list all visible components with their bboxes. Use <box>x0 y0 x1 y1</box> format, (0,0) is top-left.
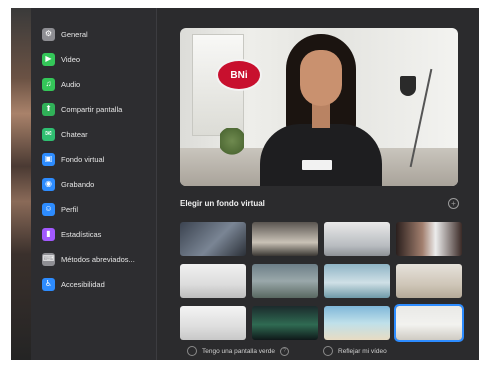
sidebar-item-video[interactable]: ▶ Video <box>31 48 156 70</box>
accessibility-icon: ♿ <box>42 277 55 291</box>
profile-icon: ☺ <box>42 202 55 216</box>
keyboard-icon: ⌨ <box>42 252 55 266</box>
background-thumbnail[interactable] <box>324 222 390 256</box>
bni-logo: BNi <box>216 59 262 91</box>
background-plant <box>220 128 244 160</box>
settings-sidebar: ⚙ General ▶ Video ♫ Audio ⬆ Compartir pa… <box>31 8 157 360</box>
sidebar-item-label: Métodos abreviados... <box>61 254 135 264</box>
video-preview: BNi <box>180 28 458 186</box>
person-face <box>300 50 342 106</box>
background-thumbnail-selected[interactable] <box>394 304 464 342</box>
sidebar-item-label: Compartir pantalla <box>61 104 123 114</box>
background-thumbnail[interactable] <box>396 222 462 256</box>
background-thumbnail[interactable] <box>252 222 318 256</box>
virtual-background-title: Elegir un fondo virtual <box>180 199 265 208</box>
background-lamp <box>400 76 416 96</box>
sidebar-item-label: Grabando <box>61 179 95 189</box>
gear-icon: ⚙ <box>42 27 55 41</box>
sidebar-item-label: Fondo virtual <box>61 154 105 164</box>
green-screen-option[interactable]: Tengo una pantalla verde ? <box>187 346 290 356</box>
background-photo <box>11 8 31 360</box>
chat-icon: ✉ <box>42 127 55 141</box>
sidebar-item-recording[interactable]: ◉ Grabando <box>31 173 156 195</box>
mirror-video-option[interactable]: Reflejar mi vídeo <box>323 346 387 356</box>
mirror-video-checkbox[interactable] <box>323 346 333 356</box>
sidebar-item-label: Accesibilidad <box>61 279 105 289</box>
mirror-video-label: Reflejar mi vídeo <box>338 347 387 355</box>
sidebar-item-audio[interactable]: ♫ Audio <box>31 73 156 95</box>
background-thumbnail[interactable] <box>252 306 318 340</box>
sidebar-item-label: Video <box>61 54 81 64</box>
background-thumbnail[interactable] <box>180 222 246 256</box>
virtual-background-icon: ▣ <box>42 152 55 166</box>
record-icon: ◉ <box>42 177 55 191</box>
sidebar-item-label: Estadísticas <box>61 229 102 239</box>
background-thumbnail[interactable] <box>180 264 246 298</box>
sidebar-item-label: Perfil <box>61 204 79 214</box>
info-icon[interactable]: ? <box>280 346 290 356</box>
sidebar-item-accessibility[interactable]: ♿ Accesibilidad <box>31 273 156 295</box>
sidebar-item-shortcuts[interactable]: ⌨ Métodos abreviados... <box>31 248 156 270</box>
sidebar-item-label: General <box>61 29 88 39</box>
statistics-icon: ▮ <box>42 227 55 241</box>
background-thumbnails <box>180 222 465 342</box>
background-thumbnail[interactable] <box>180 306 246 340</box>
settings-window: ⚙ General ▶ Video ♫ Audio ⬆ Compartir pa… <box>11 8 479 360</box>
sidebar-item-profile[interactable]: ☺ Perfil <box>31 198 156 220</box>
sidebar-item-share-screen[interactable]: ⬆ Compartir pantalla <box>31 98 156 120</box>
sidebar-item-statistics[interactable]: ▮ Estadísticas <box>31 223 156 245</box>
sidebar-item-label: Audio <box>61 79 81 89</box>
headphones-icon: ♫ <box>42 77 55 91</box>
name-badge <box>302 160 332 170</box>
sidebar-item-label: Chatear <box>61 129 88 139</box>
background-thumbnail[interactable] <box>252 264 318 298</box>
green-screen-label: Tengo una pantalla verde <box>202 347 276 355</box>
sidebar-item-chat[interactable]: ✉ Chatear <box>31 123 156 145</box>
background-thumbnail[interactable] <box>324 306 390 340</box>
video-icon: ▶ <box>42 52 55 66</box>
sidebar-item-virtual-background[interactable]: ▣ Fondo virtual <box>31 148 156 170</box>
virtual-background-panel: BNi Elegir un fondo virtual + Tengo una … <box>157 8 479 360</box>
green-screen-checkbox[interactable] <box>187 346 197 356</box>
plus-circle-icon[interactable]: + <box>448 198 459 209</box>
person-neck <box>312 104 330 128</box>
share-screen-icon: ⬆ <box>42 102 55 116</box>
person-body <box>260 124 382 186</box>
background-thumbnail[interactable] <box>396 264 462 298</box>
background-thumbnail[interactable] <box>324 264 390 298</box>
sidebar-item-general[interactable]: ⚙ General <box>31 23 156 45</box>
